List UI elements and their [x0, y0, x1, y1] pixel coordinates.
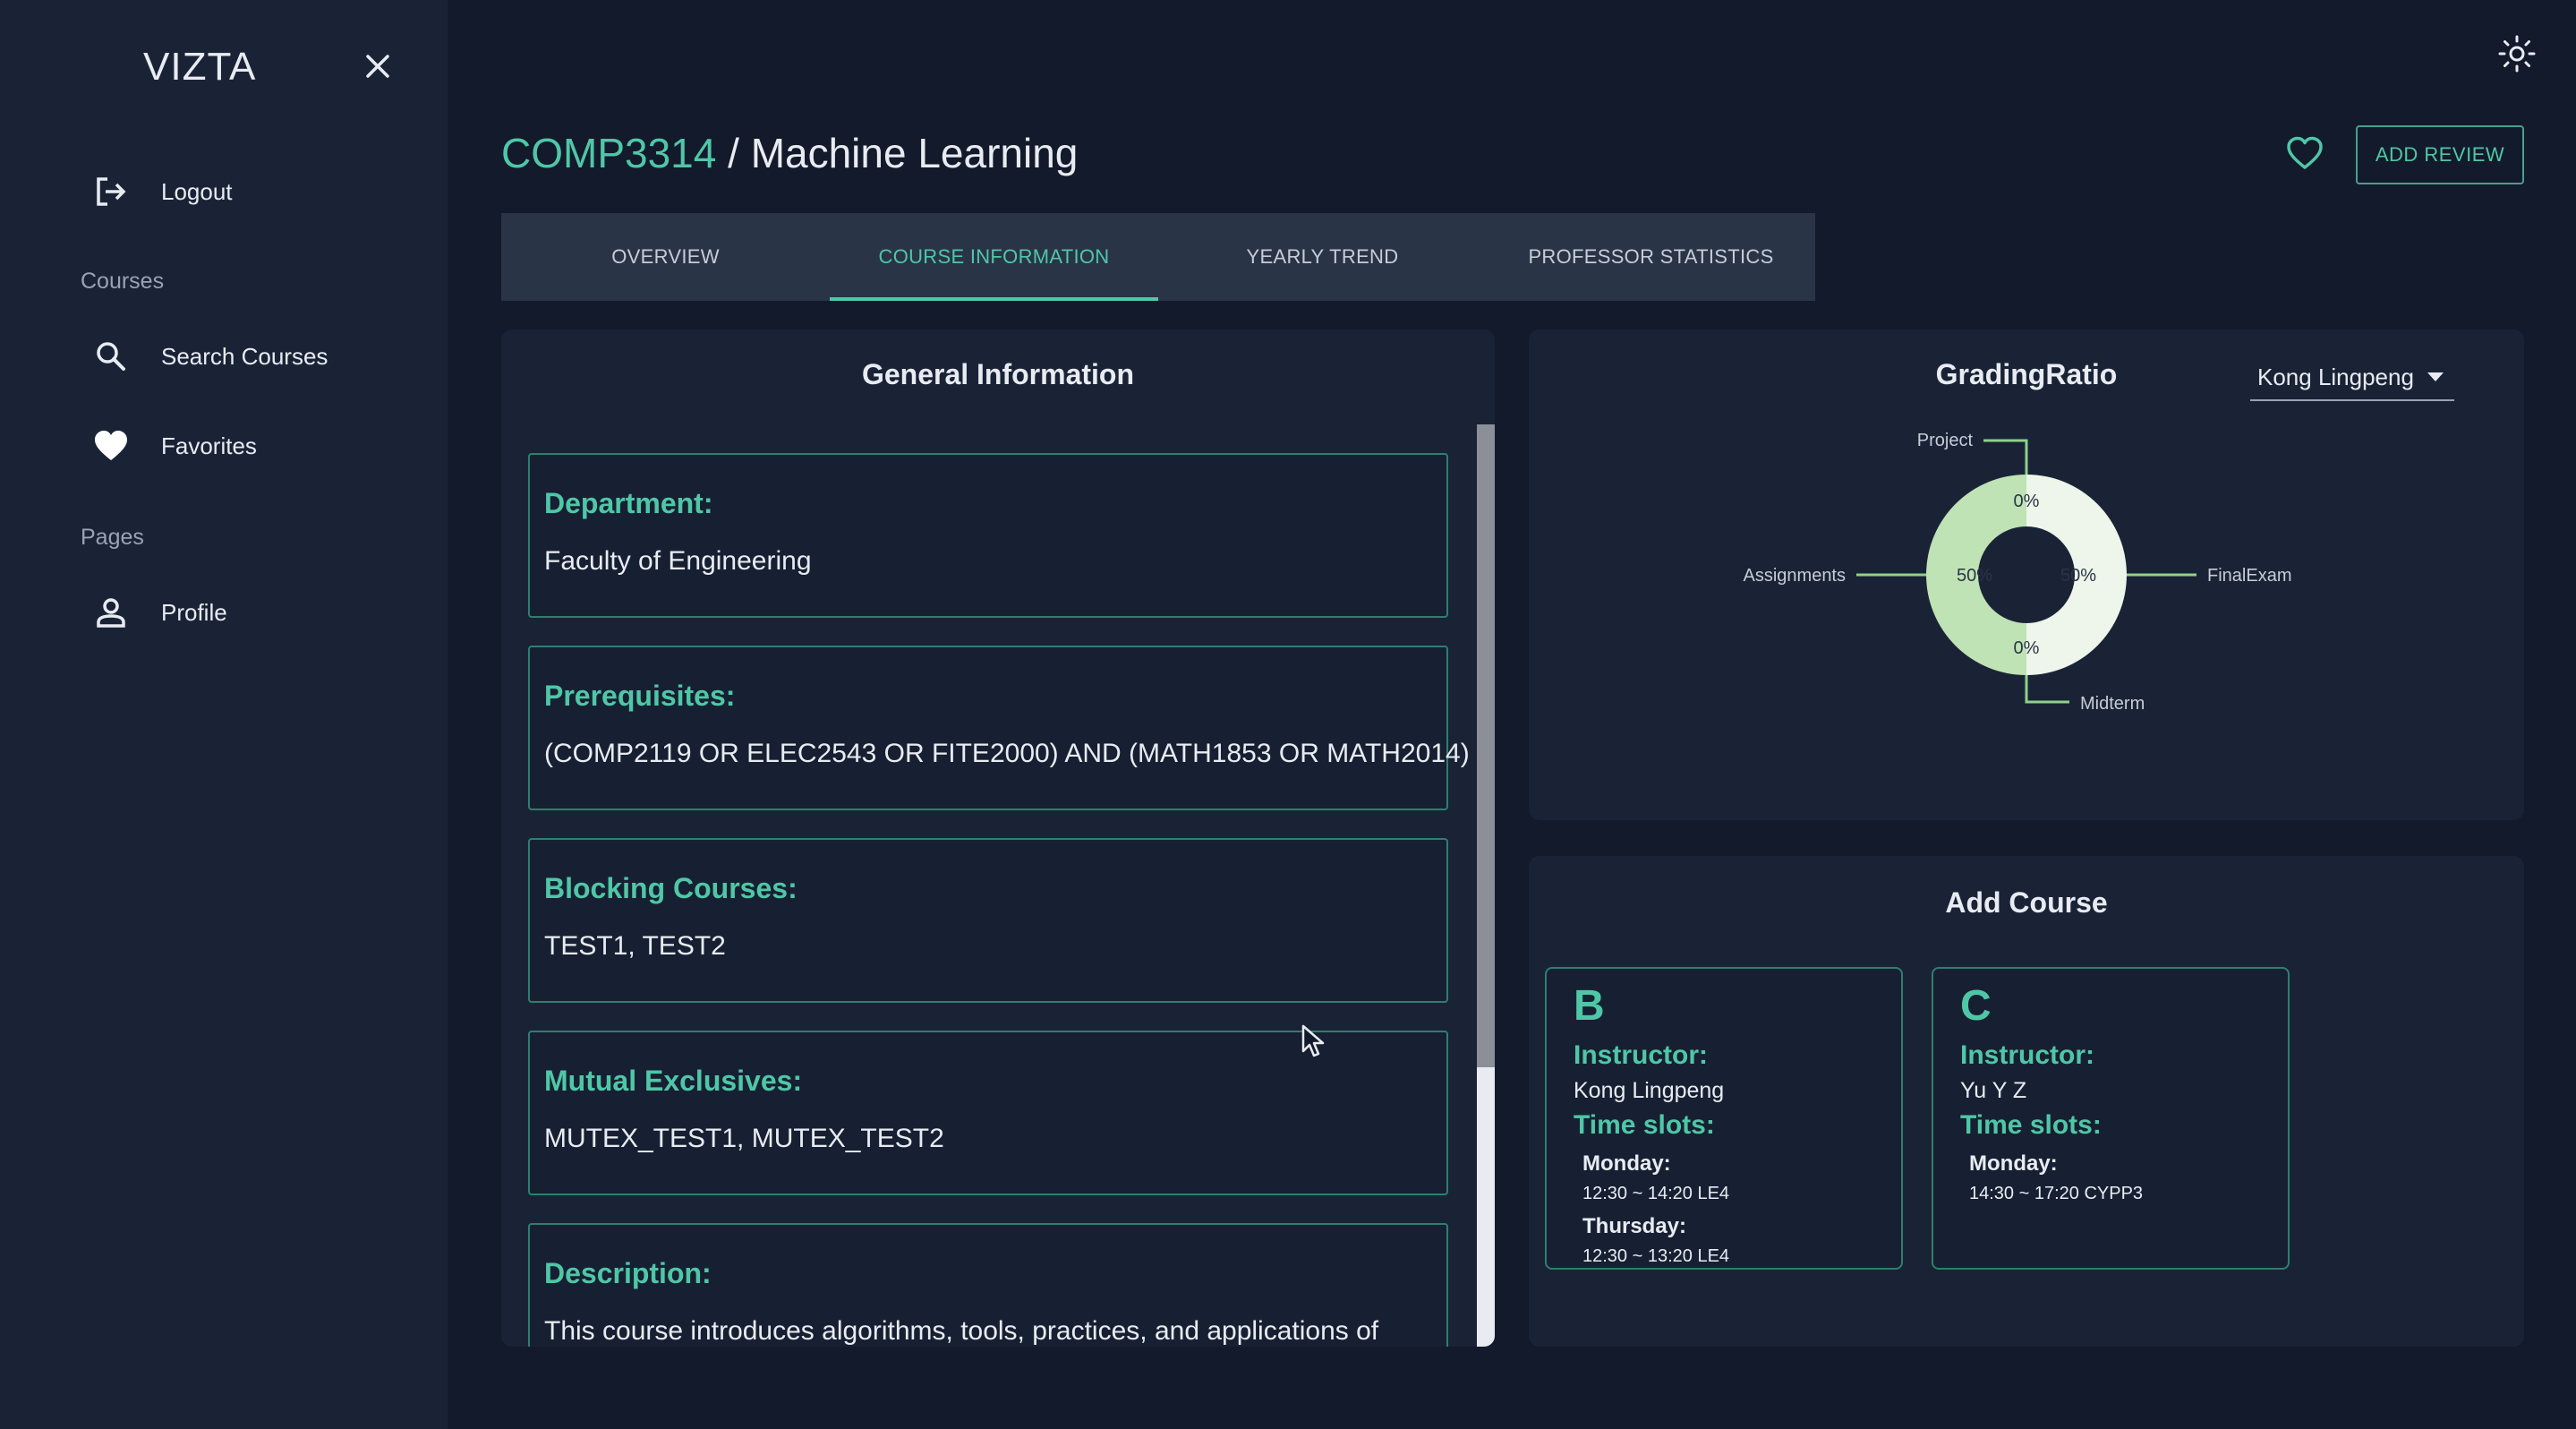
info-label: Mutual Exclusives: — [544, 1065, 803, 1097]
course-tabs: OVERVIEW COURSE INFORMATION YEARLY TREND… — [501, 213, 1815, 301]
slot-day: Monday: — [1582, 1151, 1671, 1176]
info-label: Prerequisites: — [544, 680, 736, 712]
app-root: VIZTA Logout Courses Search Courses Favo… — [0, 0, 2576, 1429]
scrollbar[interactable] — [1477, 424, 1495, 1347]
sidebar: VIZTA Logout Courses Search Courses Favo… — [0, 0, 448, 1429]
slot-day: Monday: — [1969, 1151, 2058, 1176]
add-review-button[interactable]: ADD REVIEW — [2356, 125, 2524, 184]
favorite-course-button[interactable] — [2284, 133, 2325, 174]
slot-time: 12:30 ~ 14:20 LE4 — [1582, 1184, 1730, 1203]
slice-value-label: 0% — [2014, 492, 2040, 511]
info-label: Department: — [544, 487, 713, 519]
section-label-pages: Pages — [81, 525, 144, 550]
leader-line — [1983, 439, 2028, 475]
general-information-panel: General Information Department: Faculty … — [501, 329, 1495, 1347]
heart-outline-icon — [2287, 136, 2323, 169]
slot-time: 14:30 ~ 17:20 CYPP3 — [1969, 1184, 2144, 1203]
info-value: Faculty of Engineering — [544, 546, 812, 576]
info-value: This course introduces algorithms, tools… — [544, 1316, 1379, 1346]
slice-value-label: 50% — [1957, 566, 1992, 586]
info-card-blocking-courses: Blocking Courses: TEST1, TEST2 — [528, 838, 1448, 1003]
sidebar-item-label: Favorites — [161, 432, 257, 459]
info-value: TEST1, TEST2 — [544, 931, 726, 961]
slice-label: Midterm — [2080, 694, 2145, 714]
instructor-name: Yu Y Z — [1960, 1078, 2027, 1103]
theme-toggle-button[interactable] — [2497, 34, 2537, 73]
section-card-b[interactable]: B Instructor: Kong Lingpeng Time slots: … — [1545, 967, 1903, 1270]
search-icon — [90, 335, 132, 378]
instructor-label: Instructor: — [1574, 1040, 1708, 1070]
instructor-label: Instructor: — [1960, 1040, 2094, 1070]
close-sidebar-button[interactable] — [360, 48, 396, 84]
info-value: (COMP2119 OR ELEC2543 OR FITE2000) AND (… — [544, 739, 1470, 768]
slice-label: Project — [1917, 431, 1974, 450]
sidebar-item-search-courses[interactable]: Search Courses — [90, 329, 412, 383]
course-name: Machine Learning — [750, 130, 1079, 176]
timeslots-label: Time slots: — [1960, 1110, 2102, 1140]
section-letter: B — [1574, 982, 1605, 1030]
sidebar-item-logout[interactable]: Logout — [90, 165, 412, 218]
slice-label: FinalExam — [2207, 566, 2291, 586]
info-card-department: Department: Faculty of Engineering — [528, 453, 1448, 618]
scrollbar-thumb[interactable] — [1477, 424, 1495, 1067]
slice-value-label: 0% — [2014, 638, 2040, 658]
sidebar-item-label: Logout — [161, 177, 233, 205]
grading-donut-chart: Project 0% FinalExam 50% Midterm 0% Assignment… — [1744, 431, 2292, 714]
person-icon — [90, 591, 132, 634]
leader-line — [2025, 675, 2069, 704]
title-separator: / — [716, 130, 751, 176]
info-value: MUTEX_TEST1, MUTEX_TEST2 — [544, 1124, 944, 1153]
course-code: COMP3314 — [501, 130, 717, 176]
grading-ratio-panel: GradingRatio Kong Lingpeng Project 0% Fina… — [1529, 329, 2524, 820]
slice-label: Assignments — [1744, 566, 1847, 586]
timeslots-label: Time slots: — [1574, 1110, 1715, 1140]
tab-course-information[interactable]: COURSE INFORMATION — [830, 213, 1158, 301]
slot-time: 12:30 ~ 13:20 LE4 — [1582, 1246, 1730, 1266]
info-card-description: Description: This course introduces algo… — [528, 1223, 1448, 1347]
section-label-courses: Courses — [81, 269, 165, 294]
logout-icon — [90, 170, 132, 213]
info-label: Blocking Courses: — [544, 872, 798, 904]
tab-yearly-trend[interactable]: YEARLY TREND — [1158, 213, 1487, 301]
mouse-cursor-icon — [1301, 1024, 1325, 1057]
sun-icon — [2498, 35, 2536, 73]
info-card-prerequisites: Prerequisites: (COMP2119 OR ELEC2543 OR … — [528, 646, 1470, 810]
add-course-panel: Add Course B Instructor: Kong Lingpeng T… — [1529, 856, 2524, 1347]
section-letter: C — [1960, 982, 1992, 1030]
heart-icon — [90, 424, 132, 467]
tab-overview[interactable]: OVERVIEW — [501, 213, 830, 301]
page-title: COMP3314 / Machine Learning — [501, 129, 1078, 177]
sidebar-item-profile[interactable]: Profile — [90, 586, 412, 639]
brand-logo: VIZTA — [143, 45, 257, 89]
slice-value-label: 50% — [2060, 566, 2096, 586]
panel-title: General Information — [861, 358, 1135, 390]
panel-title: Add Course — [1945, 886, 2108, 919]
close-icon — [366, 55, 389, 78]
tab-professor-statistics[interactable]: PROFESSOR STATISTICS — [1487, 213, 1815, 301]
section-card-c[interactable]: C Instructor: Yu Y Z Time slots: Monday:… — [1932, 967, 2290, 1270]
instructor-name: Kong Lingpeng — [1574, 1078, 1725, 1103]
slot-day: Thursday: — [1582, 1214, 1687, 1238]
sidebar-item-label: Search Courses — [161, 342, 328, 370]
info-label: Description: — [544, 1257, 712, 1289]
sidebar-item-favorites[interactable]: Favorites — [90, 419, 412, 473]
sidebar-item-label: Profile — [161, 598, 227, 626]
